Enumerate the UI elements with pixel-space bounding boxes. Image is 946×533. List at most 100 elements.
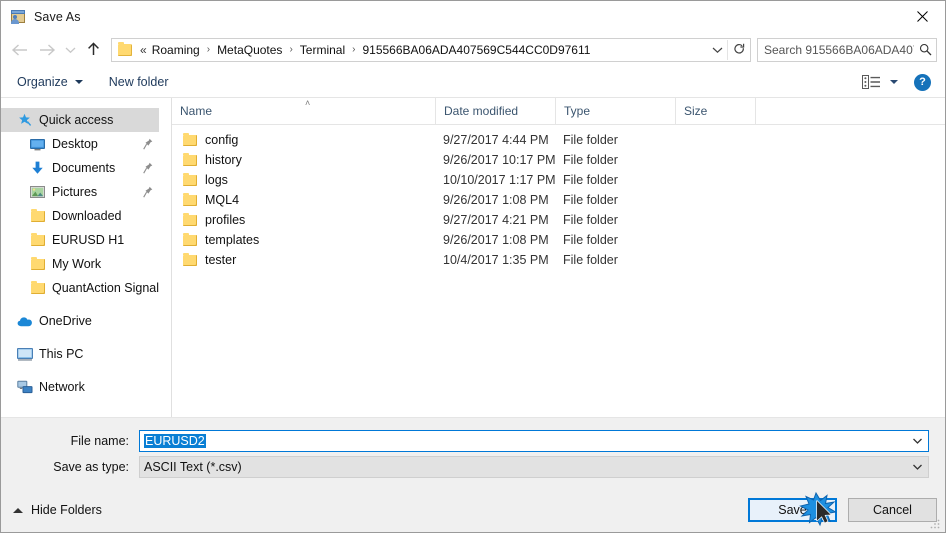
table-row[interactable]: history 9/26/2017 10:17 PM File folder [172,150,945,170]
cell-name: MQL4 [172,193,435,207]
folder-icon [29,280,46,296]
sidebar-item-pictures[interactable]: Pictures [1,180,171,204]
chevron-right-icon[interactable]: › [284,44,297,55]
folder-icon [183,133,197,146]
pin-icon[interactable] [143,138,153,150]
cell-name: profiles [172,213,435,227]
documents-icon [29,160,46,176]
breadcrumb-overflow[interactable]: « [137,43,150,57]
pin-icon[interactable] [143,162,153,174]
chevron-down-icon [65,47,75,53]
save-form: File name: EURUSD2 Save as type: ASCII T… [1,418,945,488]
breadcrumb-item-roaming[interactable]: Roaming [150,43,202,57]
view-layout-icon [862,75,880,89]
new-folder-label: New folder [108,75,169,89]
title-bar: Save As [1,1,945,32]
hide-folders-button[interactable]: Hide Folders [13,503,102,517]
folder-icon [183,193,197,206]
table-row[interactable]: tester 10/4/2017 1:35 PM File folder [172,250,945,270]
folder-icon [183,233,197,246]
hide-folders-label: Hide Folders [31,503,102,517]
address-bar[interactable]: « Roaming › MetaQuotes › Terminal › 9155… [111,37,751,62]
chevron-right-icon[interactable]: › [347,44,360,55]
resize-grip-icon[interactable] [929,517,941,529]
table-row[interactable]: MQL4 9/26/2017 1:08 PM File folder [172,190,945,210]
refresh-button[interactable] [727,39,750,60]
sidebar-item-quick-access[interactable]: Quick access [1,108,159,132]
command-toolbar: Organize New folder ? [1,67,945,98]
cell-type: File folder [563,253,618,267]
search-icon[interactable] [914,40,936,60]
address-dropdown-button[interactable] [707,40,727,60]
save-as-type-select[interactable]: ASCII Text (*.csv) [139,456,929,478]
sidebar-item-network[interactable]: Network [1,375,171,399]
up-button[interactable] [79,36,107,64]
save-button[interactable]: Save [748,498,837,522]
breadcrumb-item-metaquotes[interactable]: MetaQuotes [215,43,284,57]
file-name: templates [205,233,260,247]
back-arrow-icon [11,43,27,56]
sidebar-item-eurusd-h1[interactable]: EURUSD H1 [1,228,171,252]
caret-down-icon [74,80,83,84]
sidebar-item-this-pc[interactable]: This PC [1,342,171,366]
pictures-icon [29,184,46,200]
chevron-up-icon [13,507,23,513]
column-header-label: Type [564,104,591,118]
sidebar-item-my-work[interactable]: My Work [1,252,171,276]
cell-date: 9/27/2017 4:44 PM [443,133,549,147]
cell-type: File folder [563,153,618,167]
breadcrumb-item-terminal[interactable]: Terminal [298,43,347,57]
cancel-button[interactable]: Cancel [848,498,937,522]
close-icon [916,10,928,22]
sidebar-item-desktop[interactable]: Desktop [1,132,171,156]
organize-label: Organize [17,75,68,89]
chevron-down-icon [913,464,922,470]
sidebar-item-label: Quick access [39,113,114,127]
close-button[interactable] [899,1,945,31]
breadcrumb-item-terminal-id[interactable]: 915566BA06ADA407569C544CC0D97611 [360,43,592,57]
column-header-size[interactable]: Size [675,98,755,124]
sidebar-item-label: My Work [52,257,102,271]
chevron-right-icon[interactable]: › [202,44,215,55]
change-view-button[interactable] [862,75,898,89]
cell-name: templates [172,233,435,247]
table-row[interactable]: config 9/27/2017 4:44 PM File folder [172,130,945,150]
file-name-input[interactable]: EURUSD2 [139,430,929,452]
sidebar-item-onedrive[interactable]: OneDrive [1,309,171,333]
sidebar-item-label: Downloaded [52,209,122,223]
column-header-type[interactable]: Type [555,98,675,124]
cell-date: 9/26/2017 1:08 PM [443,233,549,247]
chevron-down-icon [913,438,922,444]
folder-icon [29,232,46,248]
cell-date: 9/27/2017 4:21 PM [443,213,549,227]
cell-date: 10/4/2017 1:35 PM [443,253,549,267]
pin-icon[interactable] [143,186,153,198]
sidebar-item-label: Network [39,380,85,394]
file-name-dropdown-button[interactable] [907,431,928,451]
new-folder-button[interactable]: New folder [109,75,169,89]
save-label: Save [778,503,807,517]
recent-locations-button[interactable] [61,36,79,64]
table-row[interactable]: logs 10/10/2017 1:17 PM File folder [172,170,945,190]
sidebar-item-quantaction-signal[interactable]: QuantAction Signal [1,276,171,300]
back-button[interactable] [5,36,33,64]
save-as-type-dropdown-button[interactable] [907,457,928,477]
help-button[interactable]: ? [914,73,931,91]
column-header-date-modified[interactable]: Date modified [435,98,555,124]
table-row[interactable]: profiles 9/27/2017 4:21 PM File folder [172,210,945,230]
dialog-footer: Hide Folders Save Cancel [1,488,945,532]
file-name: MQL4 [205,193,240,207]
search-input[interactable]: Search 915566BA06ADA40756... [757,37,937,62]
sidebar-item-downloaded[interactable]: Downloaded [1,204,171,228]
this-pc-icon [16,346,33,362]
forward-button[interactable] [33,36,61,64]
breadcrumb: « Roaming › MetaQuotes › Terminal › 9155… [137,43,707,57]
sidebar-item-label: This PC [39,347,84,361]
sidebar-item-documents[interactable]: Documents [1,156,171,180]
table-row[interactable]: templates 9/26/2017 1:08 PM File folder [172,230,945,250]
organize-button[interactable]: Organize [17,75,83,89]
folder-icon [29,256,46,272]
column-header-name[interactable]: Name ˄ [172,98,435,124]
cancel-label: Cancel [873,503,912,517]
cell-name: tester [172,253,435,267]
